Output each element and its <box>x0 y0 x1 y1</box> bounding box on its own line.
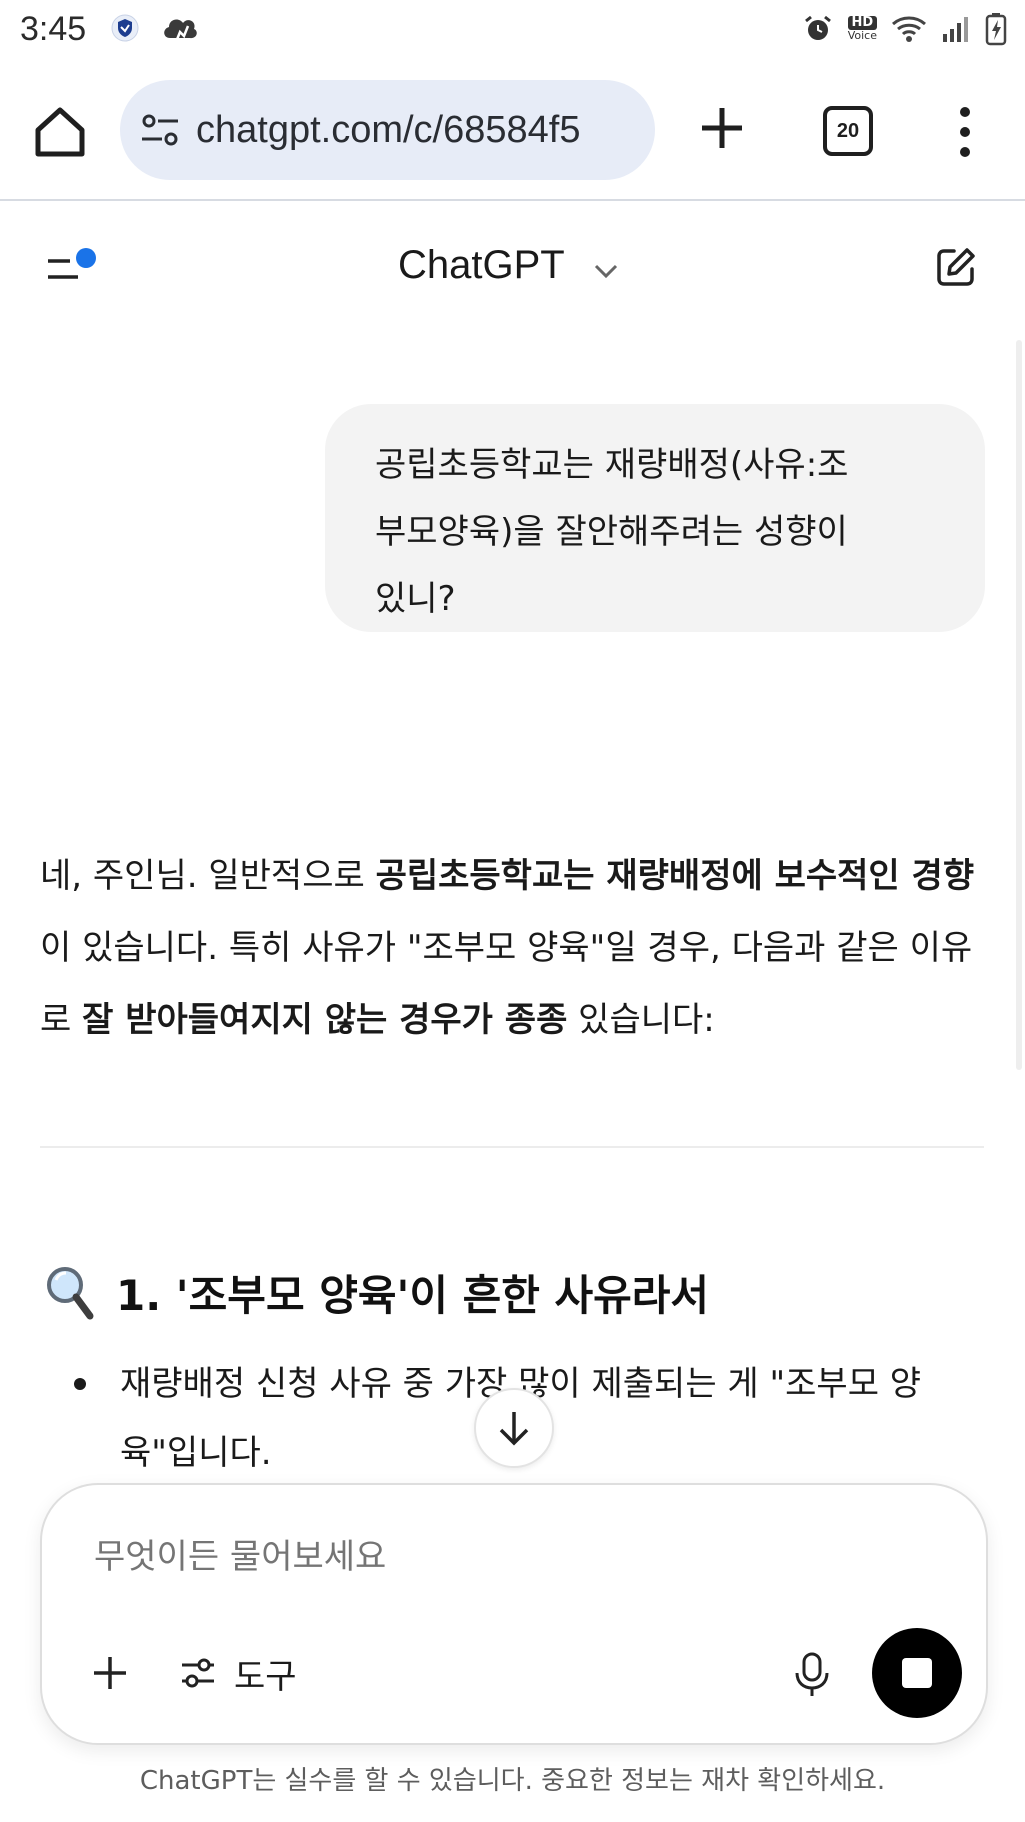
bullet-dot <box>74 1378 86 1390</box>
more-menu-icon[interactable] <box>950 102 980 162</box>
intro-bold-text: 잘 받아들여지지 않는 경우가 종종 <box>82 1000 568 1040</box>
shield-app-icon <box>111 14 139 42</box>
user-message-line: 있니? <box>375 579 456 619</box>
hd-voice-bottom: Voice <box>847 29 877 42</box>
disclaimer-text: ChatGPT는 실수를 할 수 있습니다. 중요한 정보는 재차 확인하세요. <box>139 1766 886 1796</box>
cloud-app-icon <box>164 19 197 43</box>
section-heading: 1. '조부모 양육'이 흔한 사유라서 <box>44 1262 709 1323</box>
arrow-down-icon <box>499 1412 529 1446</box>
wifi-icon <box>892 16 926 42</box>
status-bar: 3:45 HD Voice <box>0 0 1025 62</box>
address-bar[interactable]: chatgpt.com/c/68584f5 <box>120 80 655 180</box>
intro-text: 있습니다: <box>567 1000 715 1040</box>
assistant-intro-paragraph: 네, 주인님. 일반적으로 공립초등학교는 재량배정에 보수적인 경향이 있습니… <box>40 840 1000 1056</box>
user-message-line: 부모양육)을 잘안해주려는 성향이 <box>375 512 848 552</box>
message-composer: 도구 <box>40 1483 988 1745</box>
status-right-icons: HD Voice <box>802 12 1007 46</box>
hd-voice-icon: HD Voice <box>847 16 877 42</box>
message-input[interactable] <box>94 1537 794 1577</box>
user-message-bubble: 공립초등학교는 재량배정(사유:조 부모양육)을 잘안해주려는 성향이 있니? <box>325 404 985 632</box>
scroll-to-bottom-button[interactable] <box>474 1388 554 1468</box>
home-icon[interactable] <box>28 100 92 164</box>
model-selector-title[interactable]: ChatGPT <box>398 243 565 288</box>
tools-label: 도구 <box>234 1656 297 1697</box>
alarm-icon <box>804 15 831 40</box>
stop-generating-button[interactable] <box>872 1628 962 1718</box>
hd-voice-top: HD <box>847 16 877 30</box>
new-tab-plus-icon[interactable] <box>694 100 750 156</box>
battery-charging-icon <box>985 13 1007 46</box>
status-left-icons <box>110 12 200 44</box>
stop-icon <box>902 1658 932 1688</box>
tools-button[interactable]: 도구 <box>178 1647 297 1699</box>
notification-dot <box>76 248 96 268</box>
tab-switcher-button[interactable]: 20 <box>823 106 873 156</box>
microphone-icon[interactable] <box>790 1651 834 1699</box>
intro-text: 네, 주인님. 일반적으로 <box>40 856 376 896</box>
scrollbar[interactable] <box>1016 340 1022 1070</box>
section-heading-text: 1. '조부모 양육'이 흔한 사유라서 <box>116 1271 710 1320</box>
browser-toolbar: chatgpt.com/c/68584f5 20 <box>0 62 1025 200</box>
chat-header: ChatGPT <box>0 201 1025 337</box>
status-time: 3:45 <box>20 10 87 48</box>
content-divider <box>40 1146 984 1148</box>
magnifying-glass-icon <box>47 1266 94 1319</box>
user-message-line: 공립초등학교는 재량배정(사유:조 <box>375 445 849 485</box>
site-settings-icon[interactable] <box>138 108 182 152</box>
signal-icon <box>943 17 968 42</box>
add-attachment-plus-icon[interactable] <box>90 1653 130 1693</box>
chevron-down-icon[interactable] <box>592 261 620 281</box>
tools-sliders-icon <box>182 1658 214 1688</box>
intro-bold-text: 공립초등학교는 재량배정에 보수적인 경향 <box>375 856 975 896</box>
page: 3:45 HD Voice chatgpt.com/c/68584f5 20 C… <box>0 0 1025 1822</box>
new-chat-icon[interactable] <box>934 245 978 289</box>
url-text[interactable]: chatgpt.com/c/68584f5 <box>196 109 580 152</box>
